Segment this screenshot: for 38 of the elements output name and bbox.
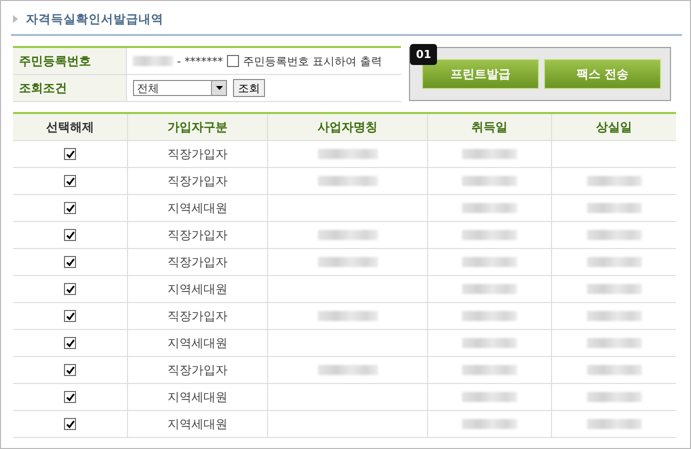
search-button[interactable]: 조회 xyxy=(233,79,265,97)
checkbox[interactable] xyxy=(226,55,239,67)
caret-icon xyxy=(216,86,222,90)
arrow-icon xyxy=(13,15,18,23)
table-cell: 직장가입자 xyxy=(168,226,228,244)
table-cell: 직장가입자 xyxy=(168,362,228,378)
column-header: 선택해제 xyxy=(13,114,127,140)
page-title: 자격득실확인서발급내역 xyxy=(26,10,164,28)
column-header: 사업자명칭 xyxy=(267,114,427,140)
column-header: 취득일 xyxy=(427,114,551,140)
checkbox[interactable] xyxy=(64,148,76,160)
table-cell: 지역세대원 xyxy=(168,334,228,352)
checkbox[interactable] xyxy=(64,175,76,187)
checkbox-label: 주민등록번호 표시하여 출력 xyxy=(242,54,382,68)
checkbox[interactable] xyxy=(64,310,76,322)
table-cell: 지역세대원 xyxy=(168,200,228,216)
checkbox[interactable] xyxy=(64,364,76,376)
checkbox[interactable] xyxy=(64,391,76,403)
masked-id: - ******* xyxy=(177,54,223,68)
checkbox[interactable] xyxy=(64,229,76,241)
table-cell: 직장가입자 xyxy=(168,172,228,190)
table-cell: 지역세대원 xyxy=(168,388,228,406)
table-cell: 지역세대원 xyxy=(168,416,228,432)
table-cell: 직장가입자 xyxy=(168,254,228,270)
column-header: 상실일 xyxy=(551,114,676,140)
checkbox[interactable] xyxy=(64,202,76,214)
field-label: 조회조건 xyxy=(13,75,127,102)
checkbox[interactable] xyxy=(64,256,76,268)
step-badge: 01 xyxy=(410,44,438,65)
table-cell: 직장가입자 xyxy=(168,146,228,162)
condition-select[interactable]: 전체 xyxy=(133,80,227,96)
field-label: 주민등록번호 xyxy=(13,48,127,75)
checkbox[interactable] xyxy=(64,418,76,430)
checkbox[interactable] xyxy=(64,337,76,349)
column-header: 가입자구분 xyxy=(127,114,267,140)
table-cell: 직장가입자 xyxy=(168,308,228,324)
table-cell: 지역세대원 xyxy=(168,280,228,298)
checkbox[interactable] xyxy=(64,283,76,295)
